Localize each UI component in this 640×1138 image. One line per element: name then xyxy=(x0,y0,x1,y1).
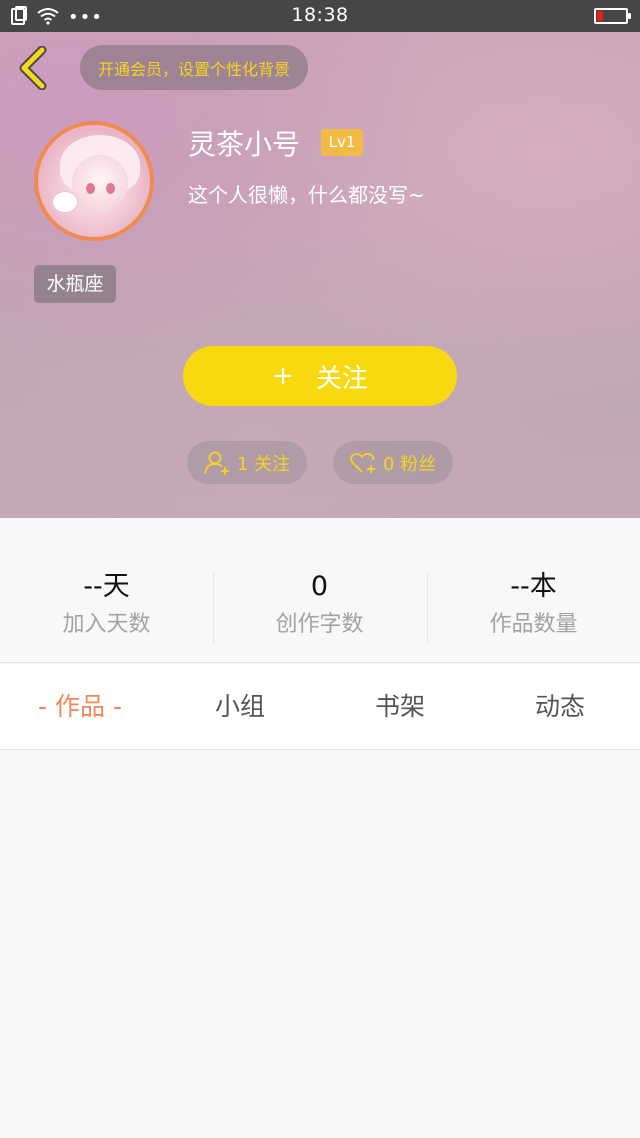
avatar[interactable] xyxy=(34,121,154,241)
following-count-label: 1 关注 xyxy=(237,453,291,475)
chevron-left-icon xyxy=(19,45,47,91)
status-bar: ••• 18:38 xyxy=(0,0,640,32)
tab-content-area xyxy=(0,751,640,1138)
stat-join-days: --天 加入天数 xyxy=(0,570,213,638)
vip-banner-text: 开通会员，设置个性化背景 xyxy=(98,59,291,79)
tab-groups[interactable]: 小组 xyxy=(160,664,320,750)
following-count-button[interactable]: 1 关注 xyxy=(187,441,307,484)
stat-value: 0 xyxy=(310,571,329,602)
username: 灵茶小号 xyxy=(188,128,301,161)
stat-word-count: 0 创作字数 xyxy=(213,570,426,638)
follow-button-label: 关注 xyxy=(315,363,368,394)
zodiac-tag: 水瓶座 xyxy=(34,265,116,303)
profile-tabs: - 作品 - 小组 书架 动态 xyxy=(0,664,640,750)
profile-stats: --天 加入天数 0 创作字数 --本 作品数量 xyxy=(0,518,640,663)
plus-icon: + xyxy=(272,361,294,391)
stat-value: --天 xyxy=(83,571,130,602)
fans-count-button[interactable]: 0 粉丝 xyxy=(333,441,453,484)
heart-plus-icon xyxy=(350,452,375,473)
vip-background-banner[interactable]: 开通会员，设置个性化背景 xyxy=(80,45,309,90)
tab-bookshelf[interactable]: 书架 xyxy=(320,664,480,750)
clock: 18:38 xyxy=(291,4,349,26)
level-badge: Lv1 xyxy=(321,129,363,156)
battery-icon xyxy=(594,8,631,24)
stat-value: --本 xyxy=(510,571,557,602)
tab-activity[interactable]: 动态 xyxy=(480,664,640,750)
stat-label: 作品数量 xyxy=(489,612,578,637)
profile-header: 开通会员，设置个性化背景 灵茶小号 Lv1 这个人很懒，什么都没写~ 水瓶座 +… xyxy=(0,32,640,518)
user-bio: 这个人很懒，什么都没写~ xyxy=(188,183,425,207)
stat-label: 创作字数 xyxy=(275,612,364,637)
back-button[interactable] xyxy=(16,45,52,91)
add-user-icon xyxy=(204,451,229,475)
tab-works[interactable]: - 作品 - xyxy=(0,664,160,750)
follow-button[interactable]: + 关注 xyxy=(183,346,457,406)
stat-label: 加入天数 xyxy=(62,612,151,637)
fans-count-label: 0 粉丝 xyxy=(383,453,437,475)
stat-works-count: --本 作品数量 xyxy=(427,570,640,638)
